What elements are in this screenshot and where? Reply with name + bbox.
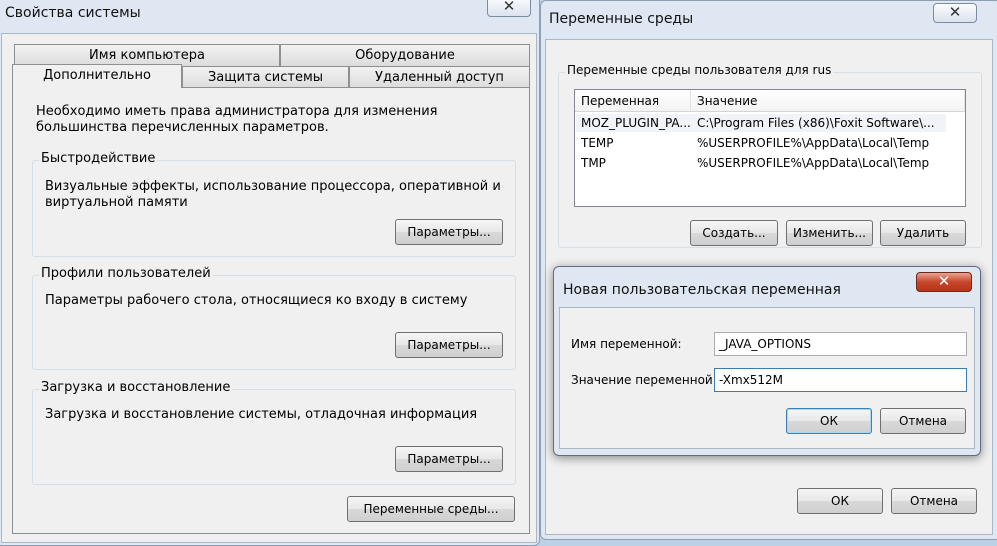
performance-group: Быстродействие Визуальные эффекты, испол… [32, 151, 516, 257]
table-cell-value[interactable]: C:\Program Files (x86)\Foxit Software\..… [697, 114, 947, 132]
table-cell-name[interactable]: TMP [581, 154, 691, 172]
system-properties-window: Свойства системы ✕ Имя компьютера Оборуд… [0, 0, 540, 546]
tab-advanced[interactable]: Дополнительно [12, 64, 182, 88]
tab-system-protection[interactable]: Защита системы [182, 66, 349, 88]
variable-value-field[interactable]: -Xmx512M [714, 368, 967, 392]
tab-remote-access[interactable]: Удаленный доступ [349, 66, 530, 88]
startup-label: Загрузка и восстановление [39, 380, 233, 395]
profiles-settings-button[interactable]: Параметры... [395, 332, 503, 358]
environment-variables-button[interactable]: Переменные среды... [347, 496, 515, 522]
table-cell-name[interactable]: MOZ_PLUGIN_PA... [581, 114, 691, 132]
tab-hardware[interactable]: Оборудование [280, 44, 530, 66]
performance-settings-button[interactable]: Параметры... [395, 219, 503, 245]
variable-name-label: Имя переменной: [571, 337, 682, 351]
table-cell-name[interactable]: TEMP [581, 134, 691, 152]
column-variable[interactable]: Переменная [575, 90, 691, 112]
startup-text: Загрузка и восстановление системы, отлад… [45, 407, 478, 422]
performance-label: Быстродействие [39, 151, 158, 166]
tab-computer-name[interactable]: Имя компьютера [14, 44, 280, 66]
edit-button[interactable]: Изменить... [786, 220, 873, 246]
table-cell-value[interactable]: %USERPROFILE%\AppData\Local\Temp [697, 154, 947, 172]
profiles-text: Параметры рабочего стола, относящиеся ко… [45, 293, 468, 308]
profiles-label: Профили пользователей [39, 266, 213, 281]
user-variables-list[interactable]: Переменная Значение MOZ_PLUGIN_PA... C:\… [574, 89, 966, 207]
user-variables-label: Переменные среды пользователя для rus [565, 63, 834, 77]
window-title: Переменные среды [549, 11, 694, 27]
close-icon[interactable]: ✕ [933, 3, 977, 23]
variable-name-field[interactable]: _JAVA_OPTIONS [714, 332, 967, 356]
cancel-button[interactable]: Отмена [880, 408, 966, 434]
startup-group: Загрузка и восстановление Загрузка и вос… [32, 380, 516, 485]
column-value[interactable]: Значение [691, 90, 965, 112]
create-button[interactable]: Создать... [690, 220, 778, 246]
close-icon[interactable]: ✕ [916, 272, 972, 292]
startup-settings-button[interactable]: Параметры... [395, 446, 503, 472]
performance-text: Визуальные эффекты, использование процес… [45, 179, 501, 210]
ok-button[interactable]: ОК [797, 488, 883, 514]
table-cell-value[interactable]: %USERPROFILE%\AppData\Local\Temp [697, 134, 947, 152]
cancel-button[interactable]: Отмена [891, 488, 977, 514]
dialog-client: Имя переменной: _JAVA_OPTIONS Значение п… [559, 307, 975, 449]
close-icon[interactable]: ✕ [487, 0, 531, 17]
new-user-variable-dialog: Новая пользовательская переменная ✕ Имя … [553, 266, 981, 456]
admin-notice: Необходимо иметь права администратора дл… [36, 104, 438, 135]
ok-button[interactable]: ОК [786, 408, 872, 434]
delete-button[interactable]: Удалить [880, 220, 966, 246]
profiles-group: Профили пользователей Параметры рабочего… [32, 266, 516, 370]
variable-value-label: Значение переменной: [571, 373, 717, 387]
window-title: Свойства системы [5, 5, 141, 21]
dialog-client: Имя компьютера Оборудование Дополнительн… [1, 33, 537, 543]
